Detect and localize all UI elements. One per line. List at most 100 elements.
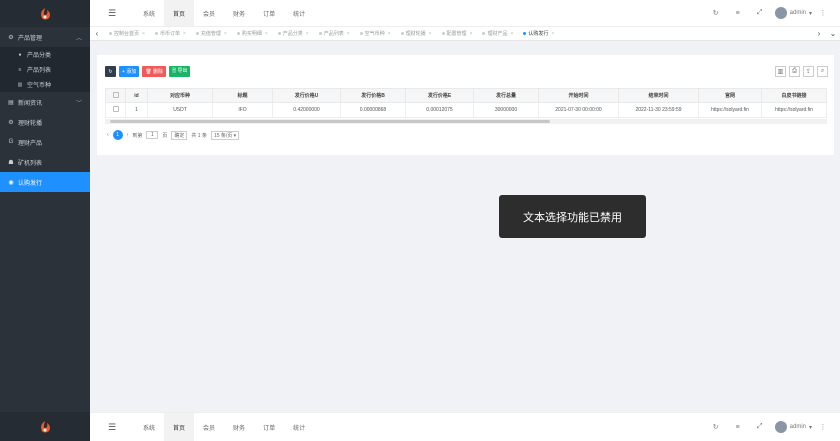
nav-order[interactable]: 订单 [254, 0, 284, 26]
nav-order[interactable]: 订单 [254, 413, 284, 441]
tab-item[interactable]: 理财产品 × [477, 30, 518, 37]
header-cell[interactable]: 发行价格U [272, 88, 341, 103]
nav-member[interactable]: 会员 [194, 413, 224, 441]
sidebar-item-finance-products[interactable]: G 理财产品 [0, 132, 90, 152]
refresh-button[interactable]: ↻ [105, 66, 116, 77]
close-icon[interactable]: × [306, 31, 309, 37]
user-name[interactable]: admin [790, 424, 806, 430]
delete-button[interactable]: 🗑 删除 [142, 66, 167, 77]
sidebar-item-label: 产品管理 [18, 35, 43, 42]
close-icon[interactable]: × [347, 31, 350, 37]
fullscreen-icon[interactable]: ⤢ [749, 423, 771, 431]
header-checkbox[interactable] [105, 88, 126, 103]
table-cell[interactable]: https://solyard.fin [761, 102, 827, 118]
close-icon[interactable]: × [265, 31, 268, 37]
next-page-icon[interactable]: › [127, 132, 129, 138]
close-icon[interactable]: × [510, 31, 513, 37]
close-icon[interactable]: × [183, 31, 186, 37]
sidebar-item-miner-list[interactable]: ☗ 矿机列表 [0, 152, 90, 172]
nav-stats[interactable]: 统计 [284, 0, 314, 26]
page-size-select[interactable]: 15 条/页 ▾ [210, 130, 240, 140]
header-cell[interactable]: id [125, 88, 148, 103]
nav-member[interactable]: 会员 [194, 0, 224, 26]
sidebar-item-subscription[interactable]: ◉ 认购发行 [0, 172, 90, 192]
more-icon[interactable]: ⋮ [812, 423, 834, 431]
note-icon[interactable]: ≡ [727, 424, 749, 431]
scrollbar-thumb[interactable] [110, 120, 550, 123]
tab-item[interactable]: 产品列表 × [314, 30, 355, 37]
nav-stats[interactable]: 统计 [284, 413, 314, 441]
close-icon[interactable]: × [551, 31, 554, 37]
refresh-icon[interactable]: ↻ [705, 423, 727, 431]
header-cell[interactable]: 开始时间 [538, 88, 619, 103]
refresh-icon[interactable]: ↻ [705, 9, 727, 17]
tab-item[interactable]: 空气币种 × [355, 30, 396, 37]
export-icon[interactable]: ⇪ [803, 66, 814, 77]
tab-item[interactable]: 充值管理 × [191, 30, 232, 37]
sidebar-item-product-management[interactable]: ⚙ 产品管理 ︿ [0, 27, 90, 47]
header-cell[interactable]: 发行价格E [405, 88, 474, 103]
header-cell[interactable]: 标题 [212, 88, 273, 103]
note-icon[interactable]: ≡ [727, 10, 749, 17]
horizontal-scrollbar[interactable] [105, 119, 827, 124]
close-icon[interactable]: × [470, 31, 473, 37]
avatar[interactable] [774, 7, 787, 19]
user-name[interactable]: admin [790, 10, 806, 16]
nav-system[interactable]: 系统 [134, 413, 164, 441]
tab-label: 购买明细 [241, 31, 262, 37]
header-cell[interactable]: 发行总量 [473, 88, 539, 103]
data-table: id 对应币种 标题 发行价格U 发行价格B 发行价格E 发行总量 开始时间 结… [105, 88, 827, 118]
header-cell[interactable]: 发行价格B [340, 88, 406, 103]
dot-icon [482, 32, 486, 35]
header-cell[interactable]: 对应币种 [147, 88, 213, 103]
tabs-dropdown-icon[interactable]: ⌄ [826, 29, 840, 38]
tab-item[interactable]: 币币订单 × [150, 30, 191, 37]
nav-finance[interactable]: 财务 [224, 0, 254, 26]
table-cell[interactable]: https://solyard.fin [698, 102, 762, 118]
print-icon[interactable]: ⎙ [789, 66, 800, 77]
sidebar-item-finance-carousel[interactable]: ⚙ 理财轮播 [0, 112, 90, 132]
columns-icon[interactable]: ▥ [775, 66, 786, 77]
confirm-button[interactable]: 确定 [171, 130, 188, 140]
logo[interactable] [0, 0, 90, 27]
close-icon[interactable]: × [224, 31, 227, 37]
tab-item[interactable]: 理财轮播 × [396, 30, 437, 37]
nav-home[interactable]: 首页 [164, 413, 195, 441]
row-checkbox[interactable] [105, 102, 126, 118]
fullscreen-icon[interactable]: ⤢ [749, 9, 771, 17]
header-cell[interactable]: 白皮书链接 [761, 88, 827, 103]
close-icon[interactable]: × [142, 31, 145, 37]
tab-item[interactable]: 控制台首页 × [104, 30, 150, 37]
tabs-left-arrow-icon[interactable]: ‹ [90, 29, 104, 38]
sidebar-item-news[interactable]: ▤ 新闻资讯 ﹀ [0, 92, 90, 112]
sidebar-item-air-coin[interactable]: ▥ 空气币种 [0, 77, 90, 92]
export-button[interactable]: 🗎 导出 [169, 66, 191, 77]
menu-toggle-icon[interactable]: ☰ [90, 422, 134, 433]
tab-item-active[interactable]: 认购发行 × [518, 30, 559, 37]
sidebar-item-product-list[interactable]: ≡ 产品列表 [0, 62, 90, 77]
avatar[interactable] [774, 421, 787, 433]
add-button[interactable]: + 添加 [119, 66, 140, 77]
nav-system[interactable]: 系统 [134, 0, 164, 26]
checkbox[interactable] [112, 91, 119, 98]
tab-item[interactable]: 产品分类 × [273, 30, 314, 37]
header-cell[interactable]: 结束时间 [618, 88, 699, 103]
nav-home[interactable]: 首页 [164, 0, 195, 26]
close-icon[interactable]: × [429, 31, 432, 37]
checkbox[interactable] [112, 106, 119, 112]
table-row[interactable]: 1 USDT IFO 0.42000000 0.00000868 0.00012… [105, 102, 827, 118]
tab-item[interactable]: 购买明细 × [232, 30, 273, 37]
menu-toggle-icon[interactable]: ☰ [90, 8, 134, 19]
tab-item[interactable]: 配置管理 × [437, 30, 478, 37]
prev-page-icon[interactable]: ‹ [107, 132, 109, 138]
header-cell[interactable]: 官网 [698, 88, 762, 103]
sidebar-item-product-category[interactable]: ● 产品分类 [0, 47, 90, 62]
page-input[interactable]: 1 [146, 131, 159, 139]
close-icon[interactable]: × [388, 31, 391, 37]
tabs-right-arrow-icon[interactable]: › [812, 29, 826, 38]
table-cell: 2021-07-30 00:00:00 [538, 102, 619, 118]
search-icon[interactable]: ⌕ [817, 66, 828, 77]
nav-finance[interactable]: 财务 [224, 413, 254, 441]
more-icon[interactable]: ⋮ [812, 9, 834, 17]
page-current[interactable]: 1 [112, 130, 123, 140]
